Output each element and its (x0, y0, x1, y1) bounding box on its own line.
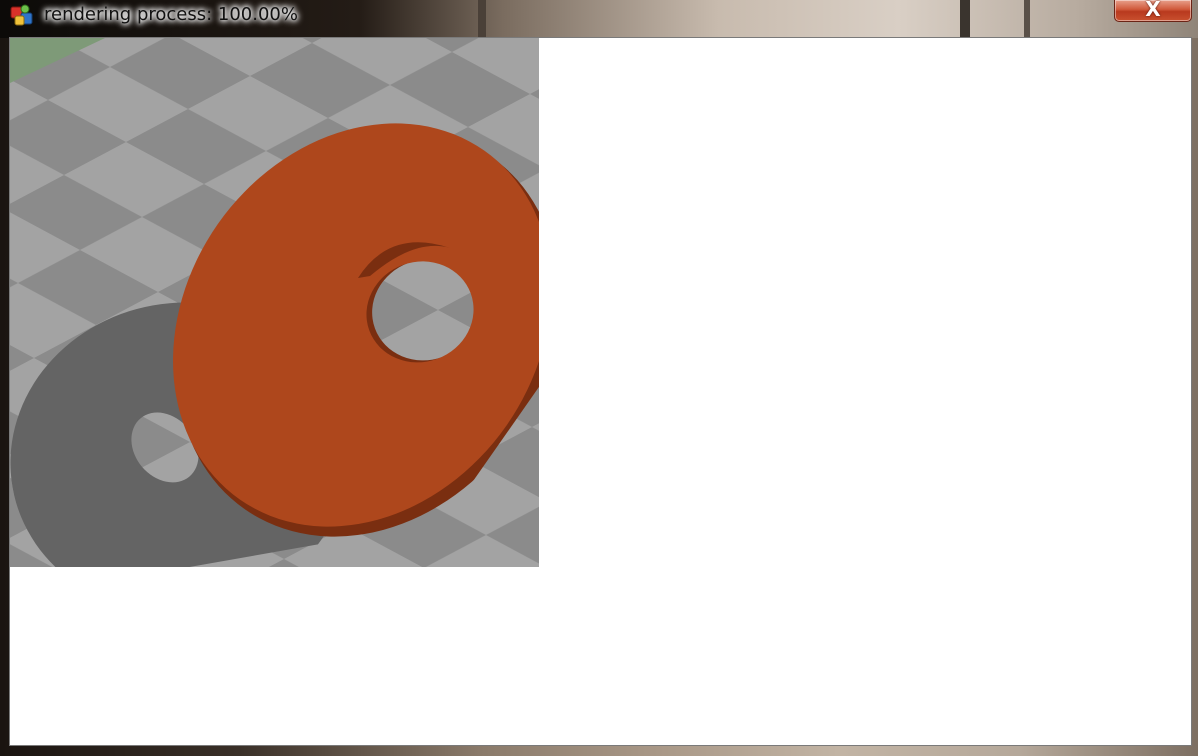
rendered-scene (10, 38, 539, 567)
render-window: rendering process: 100.00% X (0, 0, 1198, 756)
close-icon: X (1145, 0, 1161, 21)
window-title: rendering process: 100.00% (44, 4, 298, 25)
title-bar[interactable]: rendering process: 100.00% X (0, 0, 1198, 36)
close-button[interactable]: X (1114, 0, 1192, 22)
window-client-area (9, 37, 1192, 746)
render-output-image (10, 38, 539, 567)
render-app-icon[interactable] (9, 3, 37, 29)
